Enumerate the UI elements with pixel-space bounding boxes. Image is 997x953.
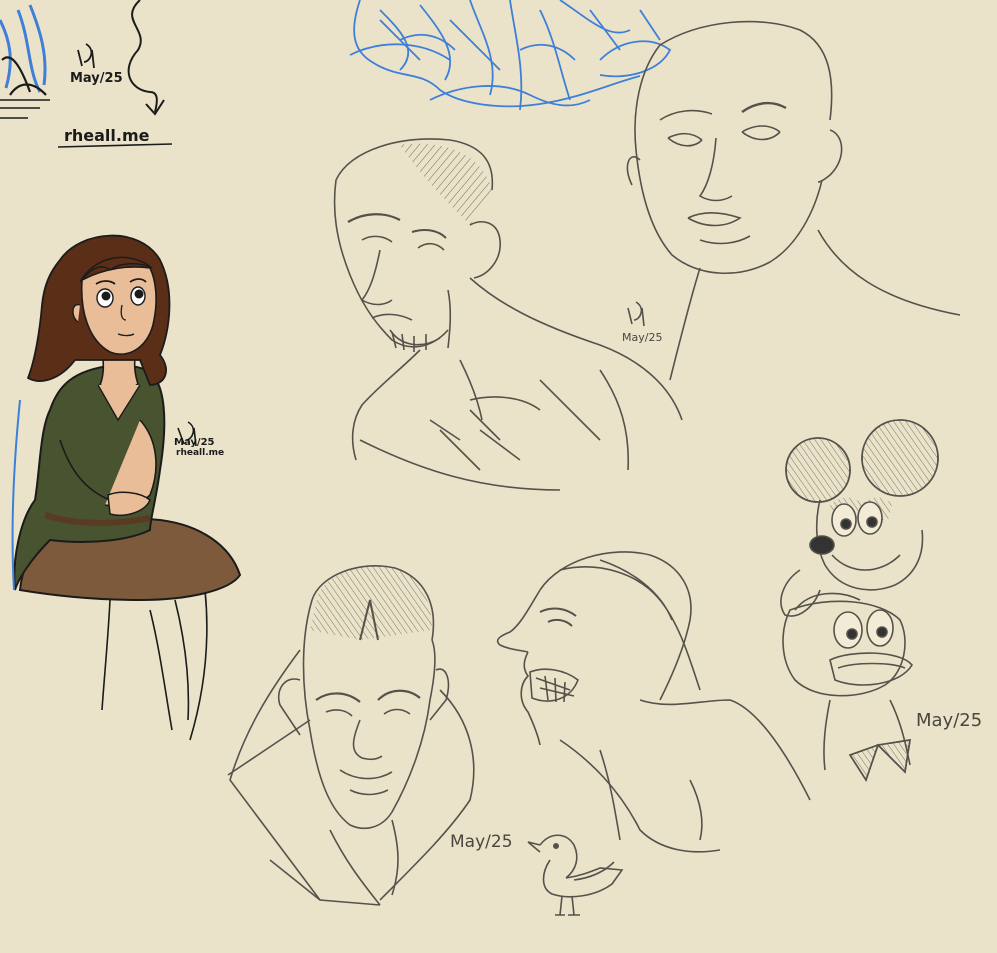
girl-signature-site: rheall.me [176, 448, 225, 458]
bald-man-sketch [626, 20, 961, 381]
small-bird-sketch [527, 834, 624, 916]
shouting-man-sketch [496, 551, 811, 853]
artist-signature-glyphs [627, 301, 645, 327]
corner-signature-date: May/25 [70, 71, 123, 86]
blue-sketch-scribble [349, 0, 672, 111]
sketch-page: May/25 rheall.me May/25 May/25 rheall.me… [0, 0, 997, 953]
seated-girl-illustration [11, 234, 242, 741]
villain-date-label: May/25 [450, 832, 513, 852]
cartoon-date-label: May/25 [916, 710, 983, 731]
girl-signature-date: May/25 [174, 437, 215, 448]
cartoon-mouse-and-duck-sketch [780, 419, 939, 782]
corner-signature-site: rheall.me [64, 126, 150, 145]
caped-villain-sketch [227, 565, 475, 906]
bald-man-signature-date: May/25 [622, 331, 663, 344]
